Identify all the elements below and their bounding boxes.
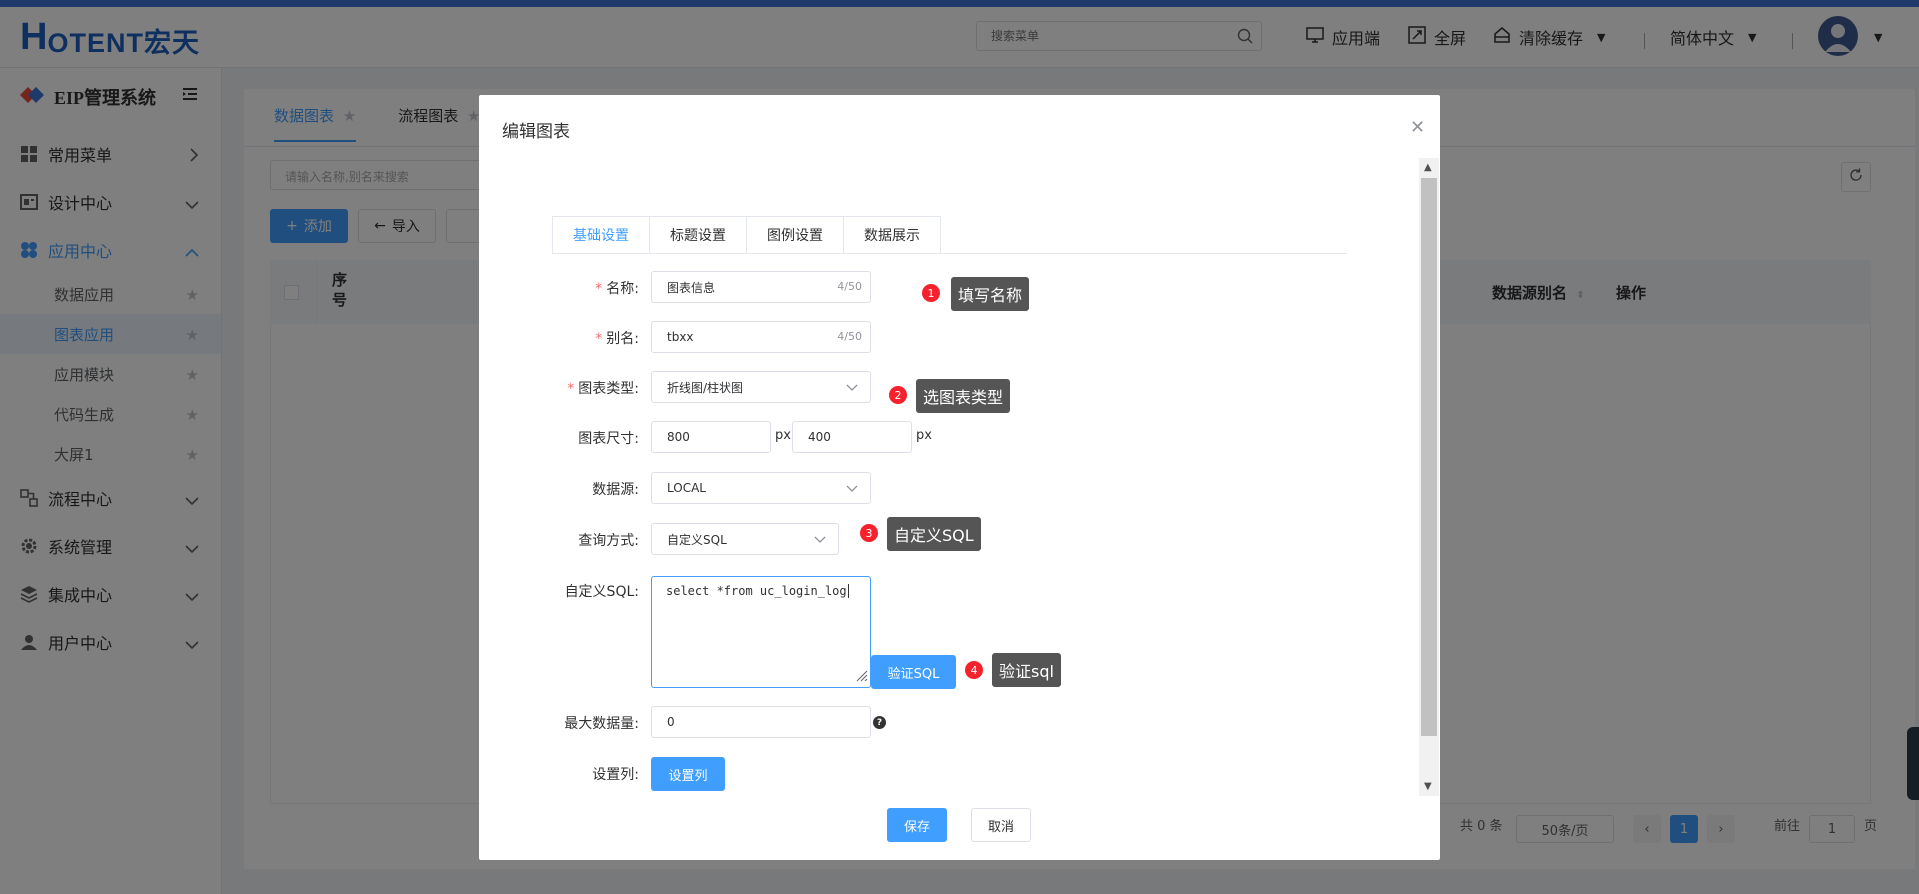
chart-type-label-text: 图表类型: <box>578 381 639 397</box>
tab-basic-settings[interactable]: 基础设置 <box>552 216 650 254</box>
query-type-value: 自定义SQL <box>667 532 727 547</box>
chart-height-input[interactable]: 400 <box>792 421 912 453</box>
width-unit: px <box>775 428 791 443</box>
chevron-down-icon <box>846 381 858 396</box>
alias-label: * 别名: <box>519 328 639 348</box>
annotation-tip-1: 填写名称 <box>951 277 1030 311</box>
form-tab-divider <box>552 253 1347 254</box>
chart-height-value: 400 <box>808 430 831 444</box>
alias-input[interactable]: tbxx 4/50 <box>651 321 871 353</box>
alias-label-text: 别名: <box>606 331 639 347</box>
resize-handle-icon[interactable] <box>854 668 868 685</box>
set-columns-label: 设置列: <box>592 767 639 783</box>
name-label-text: 名称: <box>606 281 639 297</box>
max-data-value: 0 <box>667 715 675 729</box>
close-icon[interactable]: ✕ <box>1410 117 1425 138</box>
datasource-value: LOCAL <box>667 481 706 495</box>
custom-sql-textarea[interactable]: select *from uc_login_log <box>651 576 871 688</box>
name-input[interactable]: 图表信息 4/50 <box>651 271 871 303</box>
annotation-badge-3: 3 <box>860 524 878 542</box>
custom-sql-label: 自定义SQL: <box>564 584 639 600</box>
tab-data-display[interactable]: 数据展示 <box>844 216 941 254</box>
chart-type-value: 折线图/柱状图 <box>667 380 744 395</box>
dialog-scrollbar[interactable]: ▲ ▼ <box>1419 158 1439 796</box>
annotation-tip-4: 验证sql <box>992 653 1061 687</box>
chevron-down-icon <box>846 482 858 497</box>
required-mark: * <box>567 381 575 397</box>
height-unit: px <box>916 428 932 443</box>
datasource-label: 数据源: <box>592 482 639 498</box>
annotation-tip-2: 选图表类型 <box>916 379 1011 413</box>
text-cursor <box>847 584 849 598</box>
query-type-select[interactable]: 自定义SQL <box>651 523 839 555</box>
form-tabs: 基础设置 标题设置 图例设置 数据展示 <box>552 216 941 254</box>
chevron-down-icon <box>814 533 826 548</box>
verify-sql-button[interactable]: 验证SQL <box>871 655 956 689</box>
required-mark: * <box>595 281 603 297</box>
tab-legend-settings[interactable]: 图例设置 <box>747 216 844 254</box>
annotation-badge-1: 1 <box>922 284 940 302</box>
chart-width-input[interactable]: 800 <box>651 421 771 453</box>
dialog-title: 编辑图表 <box>502 122 570 142</box>
query-type-label: 查询方式: <box>578 533 639 549</box>
scroll-up-icon[interactable]: ▲ <box>1424 162 1432 173</box>
chart-type-select[interactable]: 折线图/柱状图 <box>651 371 871 403</box>
help-icon[interactable]: ? <box>873 716 886 729</box>
annotation-tip-3: 自定义SQL <box>887 517 981 551</box>
alias-value: tbxx <box>667 330 694 344</box>
alias-char-count: 4/50 <box>837 330 862 343</box>
set-columns-button[interactable]: 设置列 <box>651 757 725 791</box>
chart-width-value: 800 <box>667 430 690 444</box>
name-value: 图表信息 <box>667 280 716 295</box>
annotation-badge-2: 2 <box>889 386 907 404</box>
cancel-button[interactable]: 取消 <box>971 808 1031 842</box>
max-data-label: 最大数据量: <box>564 716 639 732</box>
edit-chart-dialog: 编辑图表 ✕ ▲ ▼ 基础设置 标题设置 图例设置 数据展示 * 名称: 图表信息… <box>479 95 1440 860</box>
max-data-input[interactable]: 0 <box>651 706 871 738</box>
save-button[interactable]: 保存 <box>887 808 947 842</box>
datasource-select[interactable]: LOCAL <box>651 472 871 504</box>
chart-type-label: * 图表类型: <box>519 378 639 398</box>
required-mark: * <box>595 331 603 347</box>
name-label: * 名称: <box>519 278 639 298</box>
annotation-badge-4: 4 <box>965 661 983 679</box>
name-char-count: 4/50 <box>837 280 862 293</box>
custom-sql-value: select *from uc_login_log <box>666 584 847 598</box>
chart-size-label: 图表尺寸: <box>578 431 639 447</box>
scroll-down-icon[interactable]: ▼ <box>1424 781 1432 792</box>
tab-title-settings[interactable]: 标题设置 <box>650 216 747 254</box>
scrollbar-thumb[interactable] <box>1421 178 1437 736</box>
